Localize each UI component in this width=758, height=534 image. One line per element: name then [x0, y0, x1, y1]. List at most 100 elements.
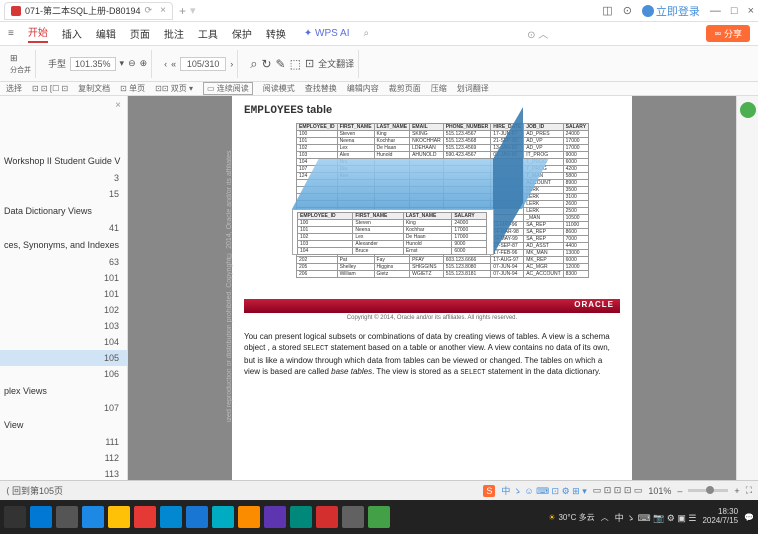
toolbar-collapse-icon[interactable]: ⊙ ︿	[527, 26, 548, 41]
task-app4[interactable]	[212, 506, 234, 528]
menu-insert[interactable]: 插入	[62, 26, 82, 41]
outline-item[interactable]: 103	[0, 318, 127, 334]
sub-screenshot[interactable]: ⊡ ⊡ [☐ ⊡	[32, 84, 68, 93]
share-button[interactable]: ⮹ 分享	[706, 25, 750, 42]
outline-heading[interactable]: Data Dictionary Views	[0, 202, 127, 220]
menu-start[interactable]: 开始	[28, 24, 48, 43]
system-tray[interactable]: 中 ゝ ⌨ 📷 ⚙ ▣ ☰	[615, 511, 697, 524]
rotate-icon[interactable]: ↻	[261, 57, 271, 71]
sub-find[interactable]: 查找替换	[305, 83, 337, 94]
tray-chevron[interactable]: ︿	[601, 512, 609, 523]
clock[interactable]: 18:302024/7/15	[702, 508, 738, 526]
sub-copydoc[interactable]: 复制文档	[78, 83, 110, 94]
outline-item[interactable]: 113	[0, 466, 127, 480]
outline-item[interactable]: 105	[0, 350, 127, 366]
document-viewport[interactable]: ized reproduction or distribution prohib…	[128, 96, 736, 480]
status-zoom[interactable]: 101%	[648, 486, 671, 496]
task-app6[interactable]	[264, 506, 286, 528]
task-explorer[interactable]	[108, 506, 130, 528]
zoom-dropdown-icon[interactable]: ▾	[120, 58, 125, 69]
sub-editcontent[interactable]: 编辑内容	[347, 83, 379, 94]
tool-hand[interactable]: 手型	[48, 57, 66, 70]
status-zoom-in[interactable]: +	[734, 486, 739, 496]
status-expand-icon[interactable]: ⛶	[746, 485, 752, 496]
task-edge[interactable]	[82, 506, 104, 528]
menu-edit[interactable]: 编辑	[96, 26, 116, 41]
tab-menu-icon[interactable]: ▾	[190, 4, 196, 17]
first-page-icon[interactable]: «	[171, 59, 176, 69]
task-app5[interactable]	[238, 506, 260, 528]
status-back[interactable]: ⟨ 回到第105页	[6, 484, 63, 497]
task-app2[interactable]	[160, 506, 182, 528]
menu-tools[interactable]: 工具	[198, 26, 218, 41]
task-app1[interactable]	[134, 506, 156, 528]
tool-merge[interactable]: ⊞分合并	[10, 53, 31, 75]
edit-icon[interactable]: ✎	[276, 57, 286, 71]
outline-item[interactable]: 107	[0, 400, 127, 416]
zoom-value[interactable]: 101.35%	[70, 57, 116, 71]
notification-icon[interactable]: 💬	[744, 513, 754, 522]
sub-select[interactable]: 选择	[6, 83, 22, 94]
outline-heading[interactable]: View	[0, 416, 127, 434]
outline-item[interactable]: 111	[0, 434, 127, 450]
outline-heading[interactable]: Workshop II Student Guide V	[0, 152, 127, 170]
menu-annotate[interactable]: 批注	[164, 26, 184, 41]
search-tool-icon[interactable]: ⌕	[250, 56, 257, 72]
task-app10[interactable]	[368, 506, 390, 528]
outline-item[interactable]: 63	[0, 254, 127, 270]
zoom-slider[interactable]	[688, 489, 728, 492]
task-app7[interactable]	[290, 506, 312, 528]
prev-page-icon[interactable]: ‹	[164, 59, 167, 69]
maximize-icon[interactable]: □	[731, 5, 738, 17]
last-page-icon[interactable]: ›	[230, 59, 233, 69]
view-mode-icons[interactable]: ▭ ⊡ ⊡ ⊡ ▭	[593, 485, 643, 496]
menu-protect[interactable]: 保护	[232, 26, 252, 41]
task-taskview[interactable]	[56, 506, 78, 528]
outline-item[interactable]: 41	[0, 220, 127, 236]
menu-convert[interactable]: 转换	[266, 26, 286, 41]
sub-continuous[interactable]: ▭ 连续阅读	[203, 82, 253, 95]
sub-double[interactable]: ⊡⊡ 双页 ▾	[155, 83, 193, 94]
close-tab-icon[interactable]: ×	[160, 5, 166, 16]
menu-wpsai[interactable]: ✦ WPS AI	[304, 28, 350, 39]
outline-item[interactable]: 112	[0, 450, 127, 466]
sub-wordtrans[interactable]: 划词翻译	[457, 83, 489, 94]
sub-compress[interactable]: 压缩	[431, 83, 447, 94]
outline-item[interactable]: 104	[0, 334, 127, 350]
sub-single[interactable]: ⊡ 单页	[120, 83, 145, 94]
crop-icon[interactable]: ⬚	[290, 57, 301, 71]
login-button[interactable]: 立即登录	[642, 3, 700, 19]
menu-page[interactable]: 页面	[130, 26, 150, 41]
outline-item[interactable]: 101	[0, 286, 127, 302]
translate-full[interactable]: 全文翻译	[318, 57, 354, 70]
page-number[interactable]: 105/310	[180, 57, 226, 71]
task-app3[interactable]	[186, 506, 208, 528]
window-icon-2[interactable]: ⊙	[623, 4, 632, 17]
outline-item[interactable]: 101	[0, 270, 127, 286]
ime-icon[interactable]: S	[483, 485, 495, 497]
task-search[interactable]	[30, 506, 52, 528]
task-app8[interactable]	[316, 506, 338, 528]
zoom-in-icon[interactable]: ⊕	[140, 58, 148, 69]
close-window-icon[interactable]: ×	[748, 5, 754, 17]
outline-item[interactable]: 102	[0, 302, 127, 318]
outline-heading[interactable]: ces, Synonyms, and Indexes	[0, 236, 127, 254]
outline-item[interactable]: 15	[0, 186, 127, 202]
outline-item[interactable]: 3	[0, 170, 127, 186]
outline-item[interactable]: 106	[0, 366, 127, 382]
zoom-out-icon[interactable]: ⊖	[128, 58, 136, 69]
status-icons[interactable]: 中 ゝ ☺ ⌨ ⊡ ⚙ ⊞ ▾	[501, 484, 586, 497]
outline-heading[interactable]: plex Views	[0, 382, 127, 400]
menu-icon[interactable]: ≡	[8, 28, 14, 39]
new-tab-button[interactable]: +	[179, 4, 186, 18]
sub-crop[interactable]: 裁剪页面	[389, 83, 421, 94]
search-icon[interactable]: ⌕	[363, 28, 369, 39]
compress-icon[interactable]: ⊡	[305, 57, 314, 70]
status-zoom-out[interactable]: –	[677, 486, 682, 496]
task-app9[interactable]	[342, 506, 364, 528]
sidebar-close-icon[interactable]: ×	[115, 100, 121, 111]
sub-readmode[interactable]: 阅读模式	[263, 83, 295, 94]
weather-widget[interactable]: ☀30°C 多云	[548, 512, 594, 523]
window-icon-1[interactable]: ◫	[602, 4, 612, 17]
document-tab[interactable]: 071-第二本SQL上册-D80194 ⟳ ×	[4, 2, 173, 20]
